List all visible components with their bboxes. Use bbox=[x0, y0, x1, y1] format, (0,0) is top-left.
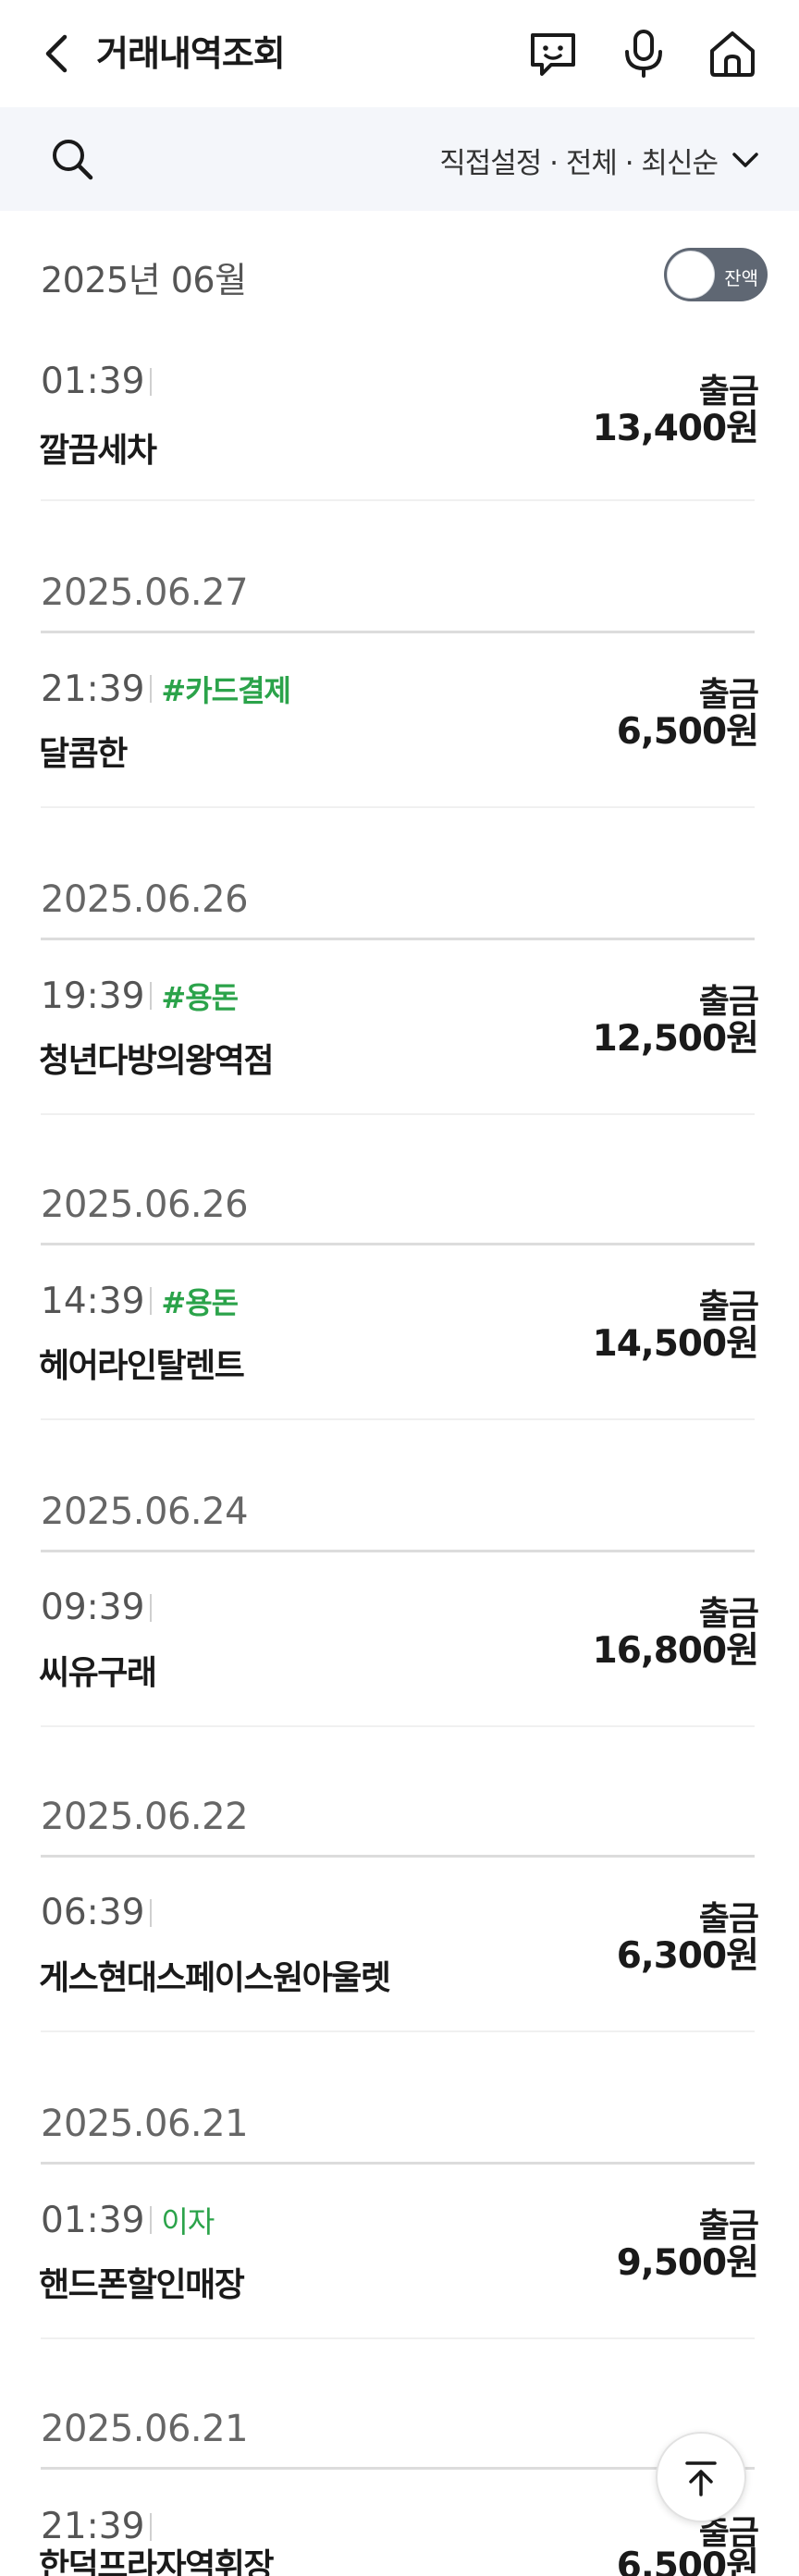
date-divider bbox=[41, 1243, 755, 1245]
search-icon bbox=[53, 140, 93, 180]
date-header: 2025.06.26 bbox=[41, 1184, 249, 1226]
transaction-tag: #용돈 bbox=[161, 980, 239, 1015]
transaction-tag: 이자 bbox=[161, 2204, 215, 2239]
row-divider bbox=[41, 806, 755, 808]
separator bbox=[150, 367, 153, 396]
time-row: 14:39 #용돈 bbox=[41, 1280, 239, 1322]
transaction-time: 09:39 bbox=[41, 1587, 145, 1628]
row-divider bbox=[41, 1113, 755, 1115]
transaction-amount: 6,500원 bbox=[616, 2545, 759, 2576]
date-header: 2025.06.21 bbox=[41, 2408, 249, 2450]
separator bbox=[150, 2512, 153, 2541]
transaction-amount: 6,300원 bbox=[616, 1935, 759, 1977]
home-button[interactable] bbox=[705, 26, 760, 81]
merchant-name: 깔끔세차 bbox=[39, 432, 157, 470]
transaction-amount: 12,500원 bbox=[592, 1018, 759, 1060]
row-divider bbox=[41, 1418, 755, 1420]
transaction-time: 06:39 bbox=[41, 1892, 145, 1933]
merchant-name: 게스현대스페이스원아울렛 bbox=[39, 1959, 391, 1997]
row-divider bbox=[41, 499, 755, 501]
separator bbox=[150, 982, 153, 1010]
transaction-tag: #카드결제 bbox=[161, 673, 291, 708]
transaction-amount: 16,800원 bbox=[592, 1630, 759, 1672]
page-title: 거래내역조회 bbox=[96, 33, 286, 74]
separator bbox=[150, 1593, 153, 1622]
time-row: 21:39 #카드결제 bbox=[41, 668, 291, 710]
transaction-time: 14:39 bbox=[41, 1280, 145, 1322]
date-divider bbox=[41, 2162, 755, 2165]
separator bbox=[150, 2206, 153, 2234]
transaction-amount: 13,400원 bbox=[592, 408, 759, 449]
merchant-name: 핸드폰할인매장 bbox=[39, 2266, 245, 2304]
time-row: 06:39 bbox=[41, 1892, 161, 1933]
date-header: 2025.06.27 bbox=[41, 571, 249, 614]
scroll-to-top-button[interactable] bbox=[656, 2432, 746, 2522]
date-header: 2025.06.26 bbox=[41, 878, 249, 921]
transaction-time: 01:39 bbox=[41, 361, 145, 402]
merchant-name: 헤어라인탈렌트 bbox=[39, 1347, 245, 1385]
transaction-time: 21:39 bbox=[41, 668, 145, 710]
separator bbox=[150, 675, 153, 703]
toggle-knob bbox=[667, 251, 715, 299]
merchant-name: 달콤한 bbox=[39, 735, 128, 773]
date-divider bbox=[41, 2467, 755, 2470]
chatbot-button[interactable] bbox=[525, 26, 581, 81]
chat-face-icon bbox=[531, 33, 575, 76]
filter-label: 직접설정 · 전체 · 최신순 bbox=[439, 146, 719, 180]
merchant-name: 한덕프라자역휘장 bbox=[39, 2547, 274, 2576]
transaction-tag: #용돈 bbox=[161, 1285, 239, 1320]
balance-toggle[interactable]: 잔액 bbox=[664, 248, 768, 301]
balance-toggle-label: 잔액 bbox=[724, 267, 758, 289]
separator bbox=[150, 1287, 153, 1315]
date-header: 2025.06.21 bbox=[41, 2103, 249, 2145]
row-divider bbox=[41, 1725, 755, 1727]
top-bar: 거래내역조회 bbox=[0, 0, 799, 107]
chevron-down-icon bbox=[732, 153, 758, 167]
transaction-time: 01:39 bbox=[41, 2199, 145, 2241]
transaction-time: 19:39 bbox=[41, 975, 145, 1017]
month-label: 2025년 06월 bbox=[41, 260, 247, 301]
time-row: 01:39 이자 bbox=[41, 2199, 215, 2241]
time-row: 19:39 #용돈 bbox=[41, 975, 239, 1017]
time-row: 09:39 bbox=[41, 1587, 161, 1628]
date-header: 2025.06.22 bbox=[41, 1796, 249, 1838]
back-button[interactable] bbox=[33, 28, 85, 80]
date-divider bbox=[41, 1855, 755, 1858]
time-row: 01:39 bbox=[41, 361, 161, 402]
separator bbox=[150, 1898, 153, 1927]
date-header: 2025.06.24 bbox=[41, 1490, 249, 1533]
arrow-up-icon bbox=[685, 2461, 717, 2496]
transaction-amount: 6,500원 bbox=[616, 711, 759, 753]
row-divider bbox=[41, 2337, 755, 2339]
filter-dropdown[interactable]: 직접설정 · 전체 · 최신순 bbox=[439, 139, 760, 181]
transaction-amount: 9,500원 bbox=[616, 2242, 759, 2284]
date-divider bbox=[41, 631, 755, 633]
merchant-name: 청년다방의왕역점 bbox=[39, 1042, 274, 1080]
date-divider bbox=[41, 1550, 755, 1552]
home-icon bbox=[710, 31, 755, 77]
row-divider bbox=[41, 2030, 755, 2032]
microphone-icon bbox=[625, 30, 662, 78]
month-header: 2025년 06월 잔액 bbox=[0, 240, 799, 305]
date-divider bbox=[41, 938, 755, 940]
search-button[interactable] bbox=[46, 133, 98, 185]
voice-search-button[interactable] bbox=[616, 26, 671, 81]
transaction-amount: 14,500원 bbox=[592, 1323, 759, 1365]
merchant-name: 씨유구래 bbox=[39, 1654, 157, 1692]
back-arrow-icon bbox=[45, 34, 68, 73]
